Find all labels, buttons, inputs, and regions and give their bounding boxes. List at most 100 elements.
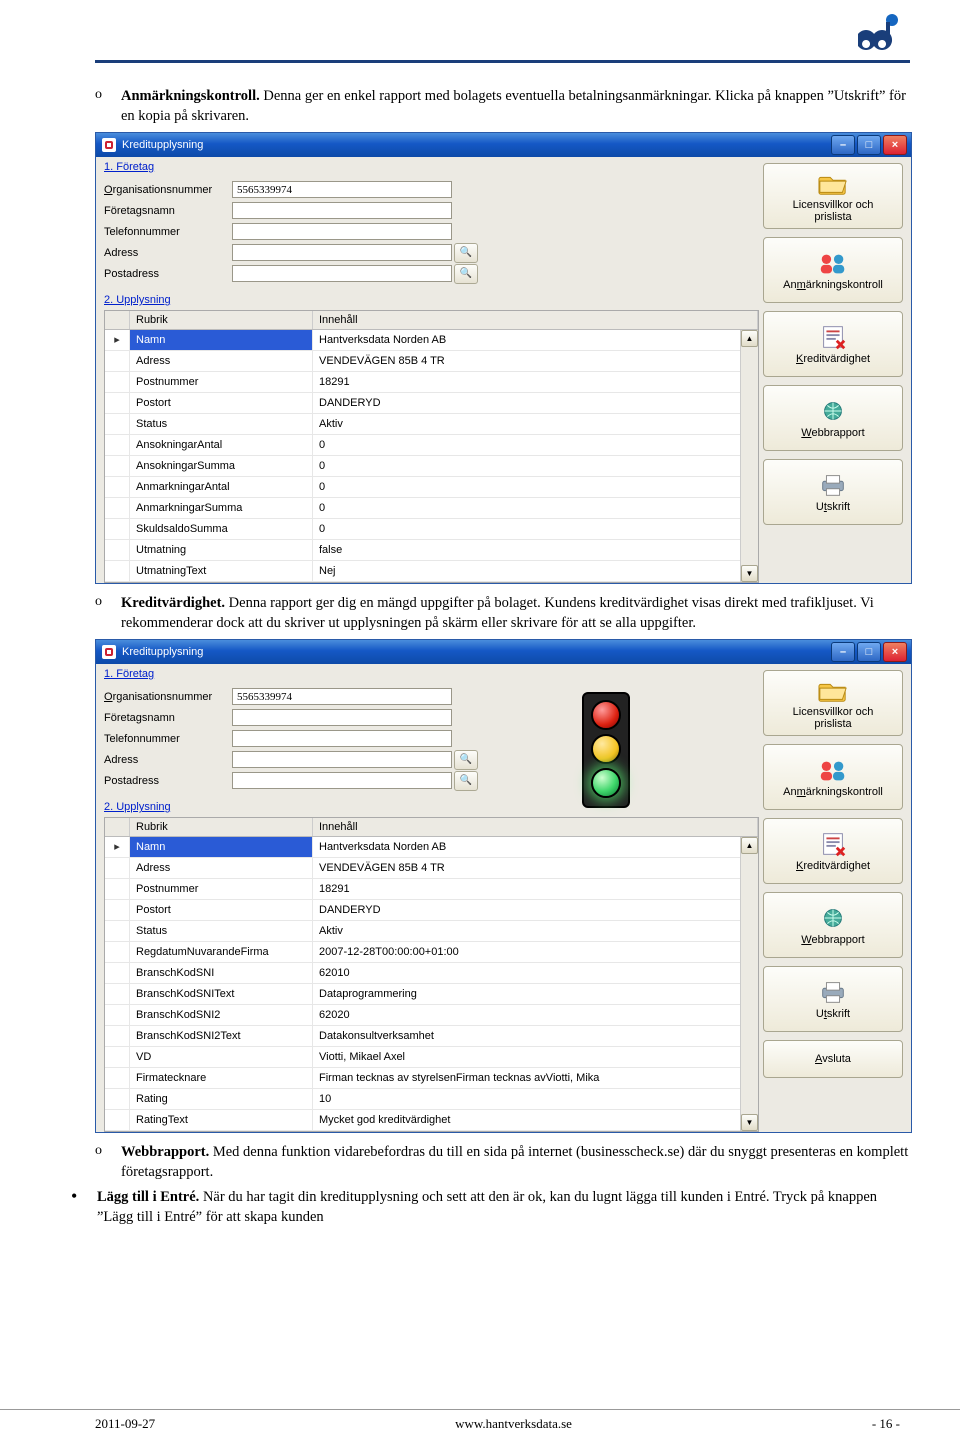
table-row[interactable]: AnsokningarSumma0 [105, 456, 741, 477]
utskrift-button[interactable]: Utskrift [763, 459, 903, 525]
label-adr: Adress [104, 754, 232, 766]
cell-rubrik: AnmarkningarAntal [130, 477, 313, 497]
cell-innehall: VENDEVÄGEN 85B 4 TR [313, 858, 741, 878]
grid-scrollbar[interactable]: ▲ ▼ [740, 837, 758, 1131]
cell-innehall: Nej [313, 561, 741, 581]
utskrift-button[interactable]: Utskrift [763, 966, 903, 1032]
kreditvardighet-button[interactable]: Kreditvärdighet [763, 818, 903, 884]
table-row[interactable]: PostortDANDERYD [105, 393, 741, 414]
bullet-marker: o [95, 87, 121, 126]
cell-innehall: Aktiv [313, 921, 741, 941]
input-namn[interactable] [232, 202, 452, 219]
grid-head-rubrik[interactable]: Rubrik [130, 818, 313, 836]
cell-innehall: 62010 [313, 963, 741, 983]
table-row[interactable]: StatusAktiv [105, 921, 741, 942]
table-row[interactable]: AnmarkningarAntal0 [105, 477, 741, 498]
table-row[interactable]: AdressVENDEVÄGEN 85B 4 TR [105, 351, 741, 372]
table-row[interactable]: SkuldsaldoSumma0 [105, 519, 741, 540]
table-row[interactable]: BranschKodSNI62010 [105, 963, 741, 984]
anmarkningskontroll-button[interactable]: Anmärkningskontroll [763, 237, 903, 303]
input-tel[interactable] [232, 223, 452, 240]
table-row[interactable]: Utmatningfalse [105, 540, 741, 561]
scroll-down-button[interactable]: ▼ [741, 1114, 758, 1131]
cell-innehall: 0 [313, 498, 741, 518]
close-button[interactable]: × [883, 135, 907, 155]
lookup-button[interactable]: 🔍 [454, 771, 478, 791]
bullet-body: Med denna funktion vidarebefordras du ti… [121, 1144, 908, 1180]
lookup-button[interactable]: 🔍 [454, 750, 478, 770]
table-row[interactable]: UtmatningTextNej [105, 561, 741, 582]
folder-icon [818, 676, 848, 704]
table-row[interactable]: PostortDANDERYD [105, 900, 741, 921]
section-1-link[interactable]: 1. Företag [96, 664, 763, 684]
input-tel[interactable] [232, 730, 452, 747]
table-row[interactable]: Rating10 [105, 1089, 741, 1110]
table-row[interactable]: AnmarkningarSumma0 [105, 498, 741, 519]
input-post[interactable] [232, 772, 452, 789]
section-1-link[interactable]: 1. Företag [96, 157, 763, 177]
licensvillkor-button[interactable]: Licensvillkor och prislista [763, 670, 903, 736]
bullet-anmarkningskontroll: o Anmärkningskontroll. Denna ger en enke… [95, 87, 910, 126]
table-row[interactable]: Postnummer18291 [105, 879, 741, 900]
row-marker [105, 351, 130, 371]
licensvillkor-button[interactable]: Licensvillkor och prislista [763, 163, 903, 229]
input-org[interactable] [232, 181, 452, 198]
table-row[interactable]: ▸NamnHantverksdata Norden AB [105, 837, 741, 858]
table-row[interactable]: VDViotti, Mikael Axel [105, 1047, 741, 1068]
lookup-button[interactable]: 🔍 [454, 243, 478, 263]
app-icon [102, 138, 116, 152]
row-marker [105, 1089, 130, 1109]
close-button[interactable]: × [883, 642, 907, 662]
row-marker [105, 414, 130, 434]
minimize-button[interactable]: – [831, 135, 855, 155]
window-titlebar: Kreditupplysning – □ × [96, 640, 911, 664]
scroll-up-button[interactable]: ▲ [741, 837, 758, 854]
anmarkningskontroll-button[interactable]: Anmärkningskontroll [763, 744, 903, 810]
report-icon [818, 323, 848, 351]
button-label: Kreditvärdighet [796, 353, 870, 365]
grid-scrollbar[interactable]: ▲ ▼ [740, 330, 758, 582]
input-post[interactable] [232, 265, 452, 282]
table-row[interactable]: Postnummer18291 [105, 372, 741, 393]
grid-head-rubrik[interactable]: Rubrik [130, 311, 313, 329]
scroll-up-button[interactable]: ▲ [741, 330, 758, 347]
cell-innehall: 18291 [313, 879, 741, 899]
table-row[interactable]: AnsokningarAntal0 [105, 435, 741, 456]
cell-rubrik: Postnummer [130, 879, 313, 899]
bullet-marker: • [71, 1188, 97, 1227]
maximize-button[interactable]: □ [857, 642, 881, 662]
table-row[interactable]: FirmatecknareFirman tecknas av styrelsen… [105, 1068, 741, 1089]
table-row[interactable]: BranschKodSNITextDataprogrammering [105, 984, 741, 1005]
avsluta-button[interactable]: Avsluta [763, 1040, 903, 1078]
input-adr[interactable] [232, 751, 452, 768]
table-row[interactable]: ▸NamnHantverksdata Norden AB [105, 330, 741, 351]
table-row[interactable]: RegdatumNuvarandeFirma2007-12-28T00:00:0… [105, 942, 741, 963]
table-row[interactable]: AdressVENDEVÄGEN 85B 4 TR [105, 858, 741, 879]
webbrapport-button[interactable]: Webbrapport [763, 385, 903, 451]
row-marker [105, 942, 130, 962]
table-row[interactable]: BranschKodSNI2TextDatakonsultverksamhet [105, 1026, 741, 1047]
row-marker: ▸ [105, 837, 130, 857]
section-2-link[interactable]: 2. Upplysning [96, 797, 763, 817]
scroll-down-button[interactable]: ▼ [741, 565, 758, 582]
input-adr[interactable] [232, 244, 452, 261]
maximize-button[interactable]: □ [857, 135, 881, 155]
button-label: Utskrift [816, 501, 850, 513]
table-row[interactable]: RatingTextMycket god kreditvärdighet [105, 1110, 741, 1131]
label-namn: Företagsnamn [104, 205, 232, 217]
row-marker [105, 435, 130, 455]
grid-head-innehall[interactable]: Innehåll [313, 311, 758, 329]
input-org[interactable] [232, 688, 452, 705]
table-row[interactable]: BranschKodSNI262020 [105, 1005, 741, 1026]
input-namn[interactable] [232, 709, 452, 726]
grid-head-innehall[interactable]: Innehåll [313, 818, 758, 836]
cell-innehall: Firman tecknas av styrelsenFirman teckna… [313, 1068, 741, 1088]
webbrapport-button[interactable]: Webbrapport [763, 892, 903, 958]
cell-rubrik: AnsokningarAntal [130, 435, 313, 455]
cell-rubrik: Namn [130, 330, 313, 350]
lookup-button[interactable]: 🔍 [454, 264, 478, 284]
minimize-button[interactable]: – [831, 642, 855, 662]
table-row[interactable]: StatusAktiv [105, 414, 741, 435]
section-2-link[interactable]: 2. Upplysning [96, 290, 763, 310]
kreditvardighet-button[interactable]: Kreditvärdighet [763, 311, 903, 377]
